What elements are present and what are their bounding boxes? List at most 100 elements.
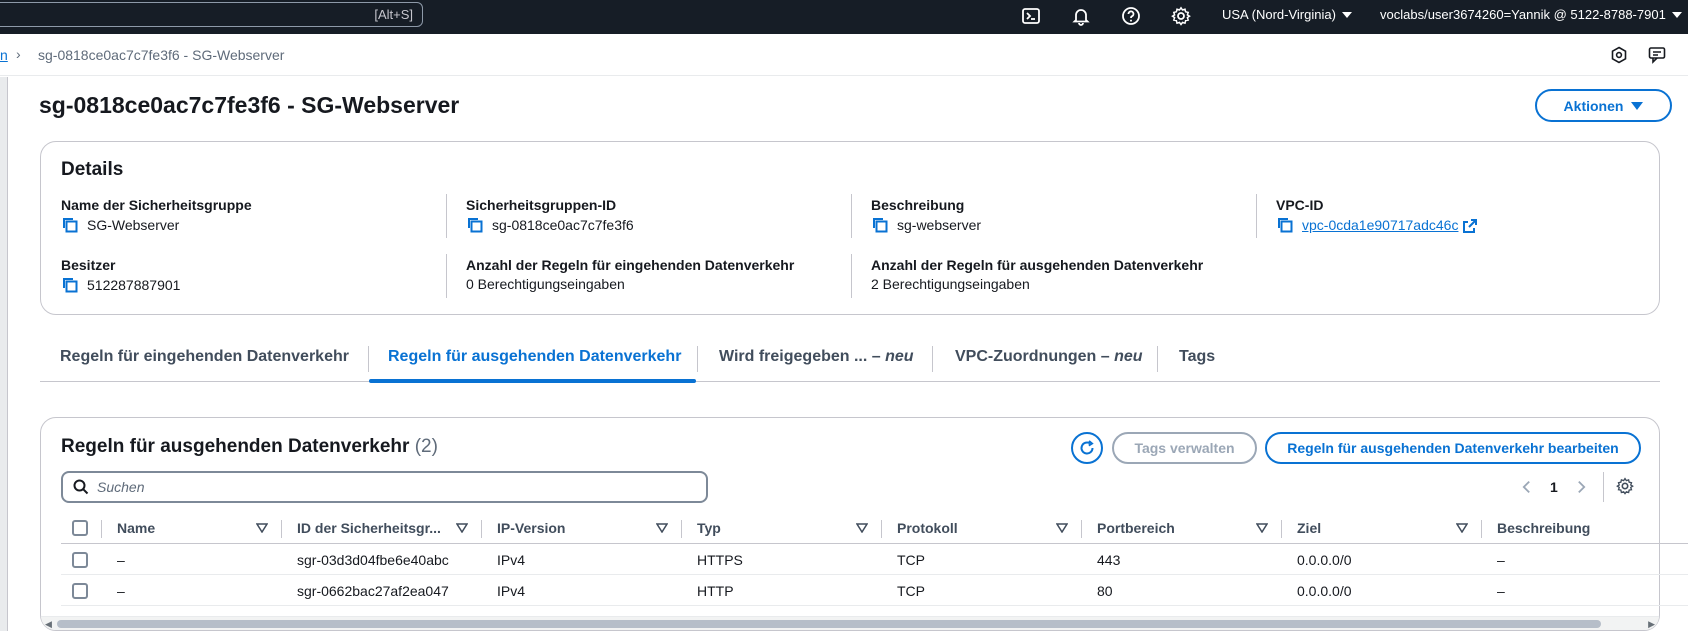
cell-name: – — [117, 583, 125, 599]
pager-divider — [1603, 472, 1604, 502]
cell-type: HTTPS — [697, 552, 743, 568]
field-inbound-rule-count: Anzahl der Regeln für eingehenden Datenv… — [466, 257, 794, 292]
row-checkbox[interactable] — [72, 583, 88, 599]
next-page-icon[interactable] — [1572, 480, 1592, 494]
cell-name: – — [117, 552, 125, 568]
sort-icon[interactable] — [1456, 523, 1468, 533]
copy-icon[interactable] — [871, 216, 889, 234]
rules-section-title: Regeln für ausgehenden Datenverkehr (2) — [61, 436, 438, 458]
tab-label: Wird freigegeben ... – — [719, 348, 886, 365]
tab-tags[interactable]: Tags — [1179, 348, 1215, 366]
field-owner: Besitzer 512287887901 — [61, 257, 180, 294]
tab-inbound-rules[interactable]: Regeln für eingehenden Datenverkehr — [60, 348, 349, 366]
tab-divider — [932, 346, 933, 372]
breadcrumb-parent-link[interactable]: n — [0, 47, 8, 63]
details-container: Details Name der Sicherheitsgruppe SG-We… — [40, 141, 1660, 315]
description-value: sg-webserver — [897, 217, 982, 233]
tab-label: Regeln für eingehenden Datenverkehr — [60, 348, 349, 365]
tab-outbound-rules[interactable]: Regeln für ausgehenden Datenverkehr — [388, 348, 681, 366]
row-checkbox[interactable] — [72, 552, 88, 568]
previous-page-icon[interactable] — [1516, 480, 1536, 494]
cell-destination: 0.0.0.0/0 — [1297, 583, 1352, 599]
current-page[interactable]: 1 — [1550, 479, 1558, 495]
field-value: SG-Webserver — [61, 216, 252, 234]
page-title: sg-0818ce0ac7c7fe3f6 - SG-Webserver — [39, 92, 460, 118]
edit-outbound-rules-button[interactable]: Regeln für ausgehenden Datenverkehr bear… — [1265, 432, 1641, 464]
horizontal-scrollbar[interactable]: ◀ ▶ — [41, 616, 1659, 630]
field-label: VPC-ID — [1276, 197, 1324, 213]
external-link-icon[interactable] — [1462, 217, 1478, 233]
actions-button-label: Aktionen — [1563, 97, 1624, 114]
region-label: USA (Nord-Virginia) — [1222, 7, 1336, 22]
table-row[interactable]: – sgr-03d3d04fbe6e40abc IPv4 HTTPS TCP 4… — [61, 545, 1688, 575]
tab-label: Regeln für ausgehenden Datenverkehr — [388, 348, 682, 365]
scrollbar-thumb[interactable] — [57, 620, 1601, 628]
scroll-right-icon[interactable]: ▶ — [1648, 619, 1655, 630]
manage-tags-label: Tags verwalten — [1134, 440, 1235, 456]
column-divider — [481, 520, 482, 538]
rules-count: (2) — [414, 436, 438, 457]
vpc-id-link[interactable]: vpc-0cda1e90717adc46c — [1302, 217, 1458, 233]
sort-icon[interactable] — [456, 523, 468, 533]
help-icon[interactable] — [1119, 4, 1143, 28]
cell-protocol: TCP — [897, 552, 925, 568]
account-menu[interactable]: voclabs/user3674260=Yannik @ 5122-8788-7… — [1380, 7, 1682, 22]
feedback-icon[interactable] — [1646, 44, 1668, 66]
security-group-name-value: SG-Webserver — [87, 217, 180, 233]
copy-icon[interactable] — [1276, 216, 1294, 234]
copy-icon[interactable] — [466, 216, 484, 234]
field-value: vpc-0cda1e90717adc46c — [1276, 216, 1478, 234]
sort-icon[interactable] — [1056, 523, 1068, 533]
column-header-type[interactable]: Typ — [697, 520, 721, 536]
refresh-button[interactable] — [1071, 432, 1103, 464]
field-label: Beschreibung — [871, 197, 965, 213]
sort-icon[interactable] — [1256, 523, 1268, 533]
side-navigation-rail — [0, 77, 8, 631]
cell-description: – — [1497, 583, 1505, 599]
column-header-name[interactable]: Name — [117, 520, 155, 536]
select-all-checkbox[interactable] — [72, 520, 88, 536]
cloudshell-icon[interactable] — [1019, 4, 1043, 28]
cell-destination: 0.0.0.0/0 — [1297, 552, 1352, 568]
column-header-protocol[interactable]: Protokoll — [897, 520, 958, 536]
table-row[interactable]: – sgr-0662bac27af2ea047 IPv4 HTTP TCP 80… — [61, 576, 1688, 606]
tab-label: Tags — [1179, 348, 1216, 365]
details-title: Details — [61, 159, 124, 180]
bell-icon[interactable] — [1069, 4, 1093, 28]
search-icon — [73, 479, 89, 495]
outbound-rules-container: Regeln für ausgehenden Datenverkehr (2) … — [40, 417, 1688, 631]
tab-label: VPC-Zuordnungen – — [955, 348, 1115, 365]
search-shortcut-hint: [Alt+S] — [374, 7, 413, 22]
column-divider — [1481, 520, 1482, 538]
outbound-rule-count-value: 2 Berechtigungseingaben — [871, 276, 1030, 292]
sort-icon[interactable] — [656, 523, 668, 533]
manage-tags-button[interactable]: Tags verwalten — [1112, 432, 1257, 464]
tab-sharing[interactable]: Wird freigegeben ... – neu — [719, 348, 914, 366]
settings-hex-icon[interactable] — [1608, 44, 1630, 66]
copy-icon[interactable] — [61, 216, 79, 234]
global-search-box[interactable]: [Alt+S] — [0, 2, 423, 27]
column-header-description[interactable]: Beschreibung — [1497, 520, 1590, 536]
tab-divider — [368, 346, 369, 372]
scroll-left-icon[interactable]: ◀ — [45, 619, 52, 630]
preferences-gear-icon[interactable] — [1616, 477, 1636, 497]
region-selector[interactable]: USA (Nord-Virginia) — [1222, 7, 1352, 22]
field-value: sg-webserver — [871, 216, 981, 234]
cell-description: – — [1497, 552, 1505, 568]
tab-list: Regeln für eingehenden Datenverkehr Rege… — [40, 340, 1660, 383]
chevron-right-icon: › — [16, 46, 21, 62]
copy-icon[interactable] — [61, 276, 79, 294]
sort-icon[interactable] — [856, 523, 868, 533]
column-header-port-range[interactable]: Portbereich — [1097, 520, 1175, 536]
actions-button[interactable]: Aktionen — [1535, 89, 1672, 122]
search-input[interactable] — [97, 479, 687, 495]
column-header-security-group-rule-id[interactable]: ID der Sicherheitsgr... — [297, 520, 441, 536]
field-security-group-name: Name der Sicherheitsgruppe SG-Webserver — [61, 197, 252, 234]
tab-vpc-associations[interactable]: VPC-Zuordnungen – neu — [955, 348, 1143, 366]
gear-icon[interactable] — [1169, 4, 1193, 28]
sort-icon[interactable] — [256, 523, 268, 533]
column-header-destination[interactable]: Ziel — [1297, 520, 1321, 536]
tab-suffix: neu — [885, 348, 914, 365]
column-header-ip-version[interactable]: IP-Version — [497, 520, 565, 536]
search-field[interactable] — [61, 471, 708, 503]
